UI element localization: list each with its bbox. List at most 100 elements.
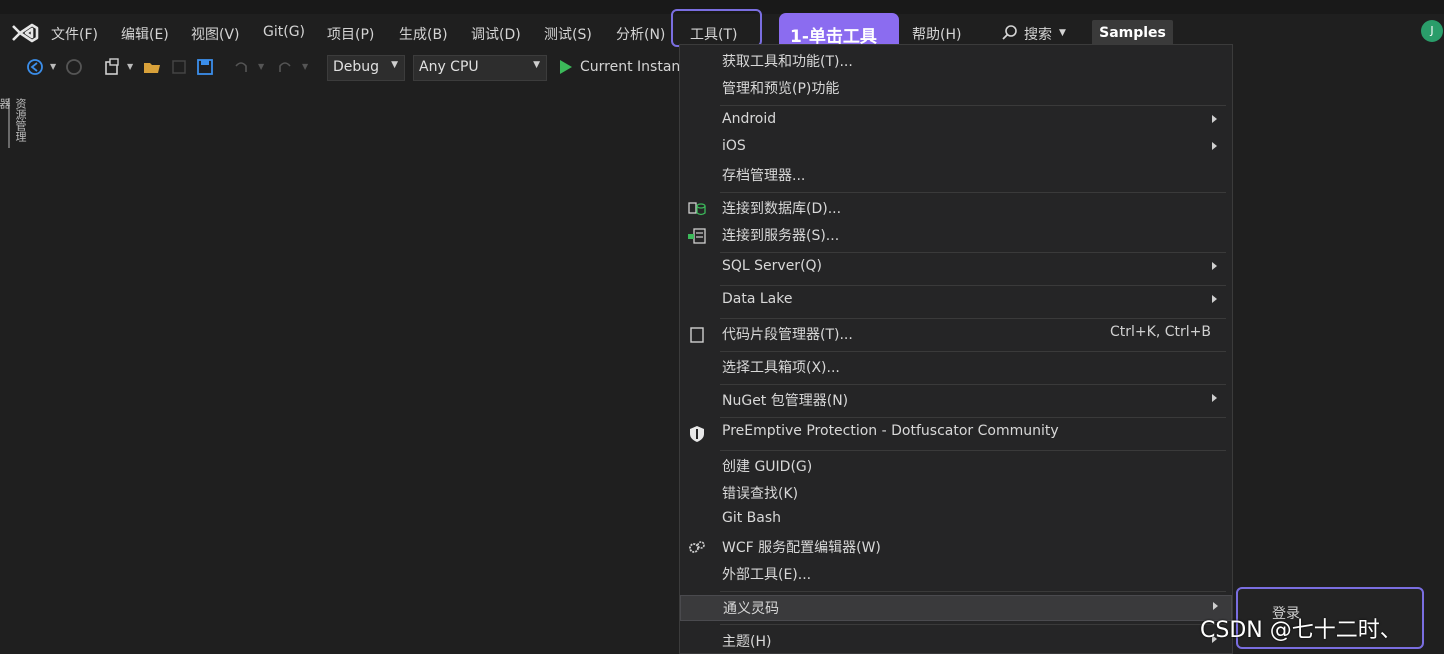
menu-item-manage-preview[interactable]: 管理和预览(P)功能	[680, 76, 1232, 102]
menu-item-label: 主题(H)	[722, 634, 772, 650]
solution-explorer-side-tab[interactable]: 资源管理器	[0, 98, 28, 148]
menu-item-shortcut: Ctrl+K, Ctrl+B	[1110, 324, 1211, 340]
submenu-arrow-icon	[1213, 602, 1218, 610]
menu-item-dotfuscator[interactable]: PreEmptive Protection - Dotfuscator Comm…	[680, 421, 1232, 447]
configuration-combo[interactable]: Debug ▼	[327, 55, 405, 81]
account-avatar[interactable]: J	[1421, 20, 1443, 42]
search-dropdown-icon[interactable]: ▼	[1059, 28, 1066, 38]
menu-item-sql-server[interactable]: SQL Server(Q)	[680, 256, 1232, 282]
menu-item-label: SQL Server(Q)	[722, 258, 823, 274]
menu-help[interactable]: 帮助(H)	[912, 24, 961, 44]
menu-project[interactable]: 项目(P)	[327, 24, 374, 44]
menu-item-nuget[interactable]: NuGet 包管理器(N)	[680, 388, 1232, 414]
menu-item-theme[interactable]: 主题(H)	[680, 629, 1232, 653]
menu-item-data-lake[interactable]: Data Lake	[680, 289, 1232, 315]
menu-item-snippet-manager[interactable]: 代码片段管理器(T)... Ctrl+K, Ctrl+B	[680, 322, 1232, 348]
menu-item-tongyi-lingma[interactable]: 通义灵码	[680, 595, 1232, 621]
menu-item-wcf-editor[interactable]: WCF 服务配置编辑器(W)	[680, 535, 1232, 561]
start-play-icon[interactable]	[556, 57, 576, 77]
submenu-arrow-icon	[1212, 115, 1217, 123]
menu-separator	[720, 351, 1226, 352]
menu-item-label: NuGet 包管理器(N)	[722, 393, 849, 409]
open-folder-icon[interactable]	[142, 57, 162, 77]
save-icon[interactable]	[169, 57, 189, 77]
configuration-dropdown-icon: ▼	[391, 60, 398, 70]
menu-item-ios[interactable]: iOS	[680, 136, 1232, 162]
menu-separator	[720, 285, 1226, 286]
menu-item-label: WCF 服务配置编辑器(W)	[722, 540, 881, 556]
redo-icon[interactable]	[275, 57, 295, 77]
menu-item-label: PreEmptive Protection - Dotfuscator Comm…	[722, 423, 1059, 439]
menu-git[interactable]: Git(G)	[263, 24, 305, 40]
gears-icon	[689, 541, 705, 553]
menu-separator	[720, 192, 1226, 193]
menu-view[interactable]: 视图(V)	[191, 24, 240, 44]
menu-item-create-guid[interactable]: 创建 GUID(G)	[680, 454, 1232, 480]
menu-item-external-tools[interactable]: 外部工具(E)...	[680, 562, 1232, 588]
platform-combo[interactable]: Any CPU ▼	[413, 55, 547, 81]
menu-item-label: 选择工具箱项(X)...	[722, 360, 840, 376]
redo-dropdown-icon[interactable]: ▼	[302, 62, 322, 82]
menu-item-label: Android	[722, 111, 777, 127]
menu-item-label: Data Lake	[722, 291, 793, 307]
menu-test[interactable]: 测试(S)	[544, 24, 592, 44]
menu-debug[interactable]: 调试(D)	[471, 24, 521, 44]
submenu-arrow-icon	[1212, 394, 1217, 402]
shield-icon	[690, 426, 704, 442]
menu-item-label: 通义灵码	[723, 601, 779, 617]
menu-separator	[720, 624, 1226, 625]
solution-name-tab[interactable]: Samples	[1092, 20, 1173, 47]
forward-nav-icon[interactable]	[64, 57, 84, 77]
menu-item-connect-server[interactable]: 连接到服务器(S)...	[680, 223, 1232, 249]
search-label[interactable]: 搜索	[1024, 24, 1052, 44]
menu-separator	[720, 318, 1226, 319]
menu-item-choose-toolbox[interactable]: 选择工具箱项(X)...	[680, 355, 1232, 381]
menu-item-connect-database[interactable]: 连接到数据库(D)...	[680, 196, 1232, 222]
platform-dropdown-icon: ▼	[533, 60, 540, 70]
menu-analyze[interactable]: 分析(N)	[616, 24, 665, 44]
menu-separator	[720, 417, 1226, 418]
menu-item-label: 存档管理器...	[722, 168, 806, 184]
submenu-arrow-icon	[1212, 262, 1217, 270]
menu-edit[interactable]: 编辑(E)	[121, 24, 169, 44]
undo-icon[interactable]	[231, 57, 251, 77]
menu-separator	[720, 450, 1226, 451]
csdn-watermark: CSDN @七十二时、	[1200, 618, 1402, 643]
menu-item-label: 创建 GUID(G)	[722, 459, 813, 475]
menu-item-android[interactable]: Android	[680, 109, 1232, 135]
tools-menu-highlight-box	[671, 9, 762, 47]
snippet-icon	[690, 327, 704, 343]
search-icon[interactable]	[1000, 23, 1020, 43]
back-nav-icon[interactable]	[25, 57, 45, 77]
menu-item-label: 获取工具和功能(T)...	[722, 54, 853, 70]
menu-item-label: 外部工具(E)...	[722, 567, 812, 583]
menu-item-label: 代码片段管理器(T)...	[722, 327, 853, 343]
menu-item-label: iOS	[722, 138, 746, 154]
menu-separator	[720, 105, 1226, 106]
submenu-arrow-icon	[1212, 142, 1217, 150]
configuration-value: Debug	[333, 59, 380, 75]
database-connect-icon	[688, 202, 706, 216]
menu-item-label: 连接到服务器(S)...	[722, 228, 840, 244]
tools-dropdown-menu: 获取工具和功能(T)... 管理和预览(P)功能 Android iOS 存档管…	[679, 44, 1233, 654]
submenu-arrow-icon	[1212, 295, 1217, 303]
menu-separator	[720, 591, 1226, 592]
menu-item-archive-manager[interactable]: 存档管理器...	[680, 163, 1232, 189]
visual-studio-logo-icon[interactable]	[10, 22, 40, 44]
menu-separator	[720, 252, 1226, 253]
menu-item-label: 连接到数据库(D)...	[722, 201, 842, 217]
platform-value: Any CPU	[419, 59, 479, 75]
menu-item-label: Git Bash	[722, 510, 782, 526]
menu-item-get-tools[interactable]: 获取工具和功能(T)...	[680, 49, 1232, 75]
server-connect-icon	[688, 228, 706, 244]
save-all-icon[interactable]	[195, 57, 215, 77]
menu-item-error-lookup[interactable]: 错误查找(K)	[680, 481, 1232, 507]
menu-item-label: 管理和预览(P)功能	[722, 81, 840, 97]
new-project-icon[interactable]	[102, 57, 122, 77]
menu-file[interactable]: 文件(F)	[51, 24, 98, 44]
menu-item-label: 错误查找(K)	[722, 486, 799, 502]
menu-separator	[720, 384, 1226, 385]
menu-item-git-bash[interactable]: Git Bash	[680, 508, 1232, 534]
start-target-label[interactable]: Current Instan	[580, 59, 680, 75]
menu-build[interactable]: 生成(B)	[399, 24, 448, 44]
